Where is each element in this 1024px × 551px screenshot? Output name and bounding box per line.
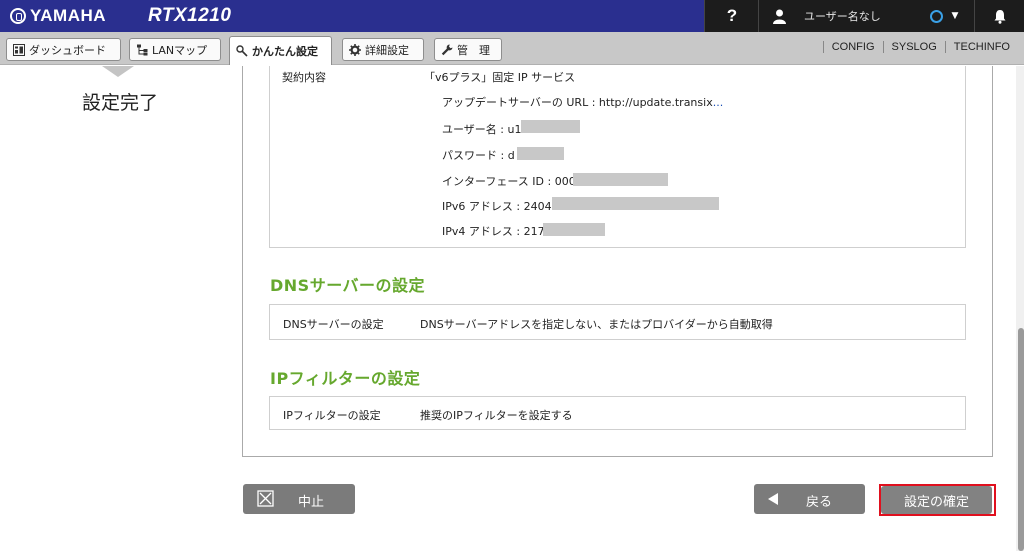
chevron-down-icon[interactable]: ▼ bbox=[950, 0, 960, 32]
link-syslog[interactable]: SYSLOG bbox=[882, 41, 945, 53]
tab-label: かんたん設定 bbox=[252, 45, 318, 58]
step-arrow bbox=[102, 66, 134, 77]
redacted-ipv4 bbox=[543, 223, 605, 236]
link-config[interactable]: CONFIG bbox=[822, 41, 883, 53]
brand-name: YAMAHA bbox=[30, 6, 107, 25]
tab-label: 管 理 bbox=[457, 43, 490, 57]
update-server-more-link[interactable]: ... bbox=[713, 96, 724, 109]
password-value: パスワード : d bbox=[442, 149, 515, 162]
bell-icon[interactable] bbox=[992, 0, 1008, 32]
model-name: RTX1210 bbox=[148, 5, 232, 26]
cancel-button[interactable]: 中止 bbox=[243, 484, 355, 514]
main-nav: ダッシュボード LANマップ かんたん設定 詳細設定 管 理 CONFIG SY… bbox=[0, 32, 1024, 65]
tab-label: ダッシュボード bbox=[29, 43, 106, 57]
update-server-url: アップデートサーバーの URL : http://update.transix.… bbox=[442, 94, 723, 110]
ipfilter-row: IPフィルターの設定 推奨のIPフィルターを設定する bbox=[269, 396, 966, 430]
ipv4-address-value: IPv4 アドレス : 217 bbox=[442, 225, 545, 238]
user-name[interactable]: ユーザー名なし bbox=[804, 0, 894, 32]
link-techinfo[interactable]: TECHINFO bbox=[944, 41, 1018, 53]
tab-dashboard[interactable]: ダッシュボード bbox=[6, 38, 121, 61]
yamaha-logo: YAMAHA bbox=[10, 6, 106, 26]
back-button[interactable]: 戻る bbox=[754, 484, 865, 514]
redacted-ipv6 bbox=[552, 197, 719, 210]
wand-icon bbox=[236, 45, 248, 57]
cancel-label: 中止 bbox=[298, 495, 325, 510]
tab-lan-map[interactable]: LANマップ bbox=[129, 38, 221, 61]
redacted-interface-id bbox=[573, 173, 668, 186]
arrow-left-icon bbox=[768, 493, 778, 505]
header-divider bbox=[974, 0, 975, 32]
bell-icon-graphic bbox=[994, 9, 1006, 24]
dns-row: DNSサーバーの設定 DNSサーバーアドレスを指定しない、またはプロバイダーから… bbox=[269, 304, 966, 340]
dns-section-title: DNSサーバーの設定 bbox=[270, 276, 426, 295]
step-title: 設定完了 bbox=[82, 92, 159, 114]
ipfilter-value: 推奨のIPフィルターを設定する bbox=[420, 409, 573, 422]
contract-label: 契約内容 bbox=[282, 71, 326, 84]
user-icon[interactable] bbox=[772, 0, 786, 32]
tab-label: 詳細設定 bbox=[365, 43, 409, 57]
contract-service: 「v6プラス」固定 IP サービス bbox=[424, 71, 576, 84]
header-tools: ? ユーザー名なし ▼ bbox=[704, 0, 1024, 32]
gear-icon bbox=[349, 43, 361, 56]
tab-management[interactable]: 管 理 bbox=[434, 38, 502, 61]
tab-label: LANマップ bbox=[152, 43, 208, 57]
ipv6-address-value: IPv6 アドレス : 2404: bbox=[442, 200, 556, 213]
interface-id-value: インターフェース ID : 000 bbox=[442, 175, 576, 188]
status-icon[interactable] bbox=[928, 0, 944, 32]
back-label: 戻る bbox=[806, 495, 833, 510]
tab-advanced-settings[interactable]: 詳細設定 bbox=[342, 38, 424, 61]
ipfilter-section-title: IPフィルターの設定 bbox=[270, 369, 421, 388]
yamaha-logo-icon bbox=[10, 8, 26, 24]
redacted-user-name bbox=[521, 120, 580, 133]
confirm-highlight-outline bbox=[879, 484, 996, 516]
redacted-password bbox=[517, 147, 564, 160]
lan-map-icon bbox=[136, 44, 148, 56]
scrollbar-thumb[interactable] bbox=[1018, 328, 1024, 551]
status-ring bbox=[929, 9, 943, 23]
dns-value: DNSサーバーアドレスを指定しない、またはプロバイダーから自動取得 bbox=[420, 318, 773, 331]
cancel-icon bbox=[257, 490, 274, 507]
utility-links: CONFIG SYSLOG TECHINFO bbox=[822, 41, 1018, 53]
update-server-text: アップデートサーバーの URL : http://update.transix bbox=[442, 96, 713, 109]
app-header: YAMAHA RTX1210 ? ユーザー名なし ▼ bbox=[0, 0, 1024, 32]
help-icon[interactable]: ? bbox=[722, 0, 742, 32]
user-name-value: ユーザー名 : u1 bbox=[442, 123, 522, 136]
user-icon-graphic bbox=[772, 9, 786, 24]
ipfilter-label: IPフィルターの設定 bbox=[283, 409, 381, 422]
dashboard-icon bbox=[13, 43, 25, 56]
tab-easy-setup[interactable]: かんたん設定 bbox=[229, 36, 332, 65]
header-divider bbox=[704, 0, 705, 32]
header-divider bbox=[758, 0, 759, 32]
wrench-icon bbox=[441, 44, 453, 56]
dns-label: DNSサーバーの設定 bbox=[283, 318, 384, 331]
